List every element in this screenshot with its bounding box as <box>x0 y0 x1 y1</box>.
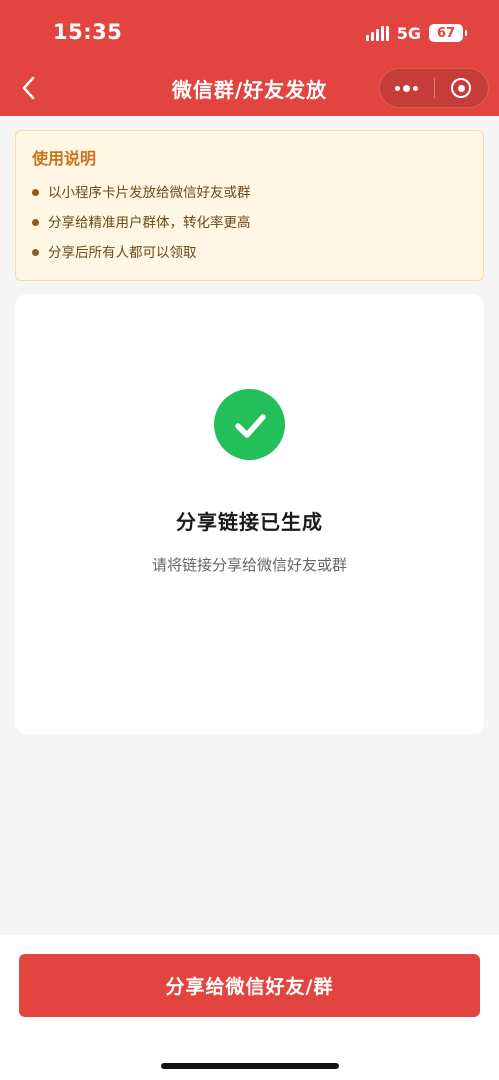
target-circle-icon <box>451 78 472 98</box>
header: 15:35 5G 67 微信群/好友发放 <box>0 0 499 116</box>
more-dots-icon <box>395 84 419 92</box>
notice-item: 以小程序卡片发放给微信好友或群 <box>32 178 467 208</box>
page: 15:35 5G 67 微信群/好友发放 使用说明 以小程序卡片发放给微信好友或… <box>0 0 499 1080</box>
battery-icon: 67 <box>429 24 467 42</box>
notice-list: 以小程序卡片发放给微信好友或群 分享给精准用户群体，转化率更高 分享后所有人都可… <box>32 178 467 268</box>
notice-item: 分享给精准用户群体，转化率更高 <box>32 208 467 238</box>
more-button[interactable] <box>380 68 434 108</box>
bullet-dot-icon <box>32 219 39 226</box>
miniprogram-capsule <box>379 68 489 108</box>
home-indicator[interactable] <box>161 1063 339 1069</box>
bullet-dot-icon <box>32 189 39 196</box>
network-type: 5G <box>396 23 421 43</box>
bottom-action-bar: 分享给微信好友/群 <box>0 935 499 1080</box>
check-circle-icon <box>214 389 285 460</box>
close-miniprogram-button[interactable] <box>434 68 488 108</box>
share-to-wechat-button[interactable]: 分享给微信好友/群 <box>19 954 480 1017</box>
result-subtitle: 请将链接分享给微信好友或群 <box>151 556 347 574</box>
result-card: 分享链接已生成 请将链接分享给微信好友或群 <box>15 294 484 734</box>
notice-title: 使用说明 <box>32 149 97 168</box>
notice-item: 分享后所有人都可以领取 <box>32 238 467 268</box>
battery-level: 67 <box>436 25 456 41</box>
status-time: 15:35 <box>53 20 123 44</box>
notice-item-text: 分享给精准用户群体，转化率更高 <box>48 215 251 231</box>
notice-item-text: 分享后所有人都可以领取 <box>48 245 197 261</box>
checkmark-icon <box>234 413 266 438</box>
status-indicators: 5G 67 <box>365 22 467 44</box>
notice-item-text: 以小程序卡片发放给微信好友或群 <box>48 185 251 201</box>
usage-notice: 使用说明 以小程序卡片发放给微信好友或群 分享给精准用户群体，转化率更高 分享后… <box>15 130 484 281</box>
signal-icon <box>365 25 389 41</box>
result-title: 分享链接已生成 <box>176 510 323 534</box>
bullet-dot-icon <box>32 249 39 256</box>
